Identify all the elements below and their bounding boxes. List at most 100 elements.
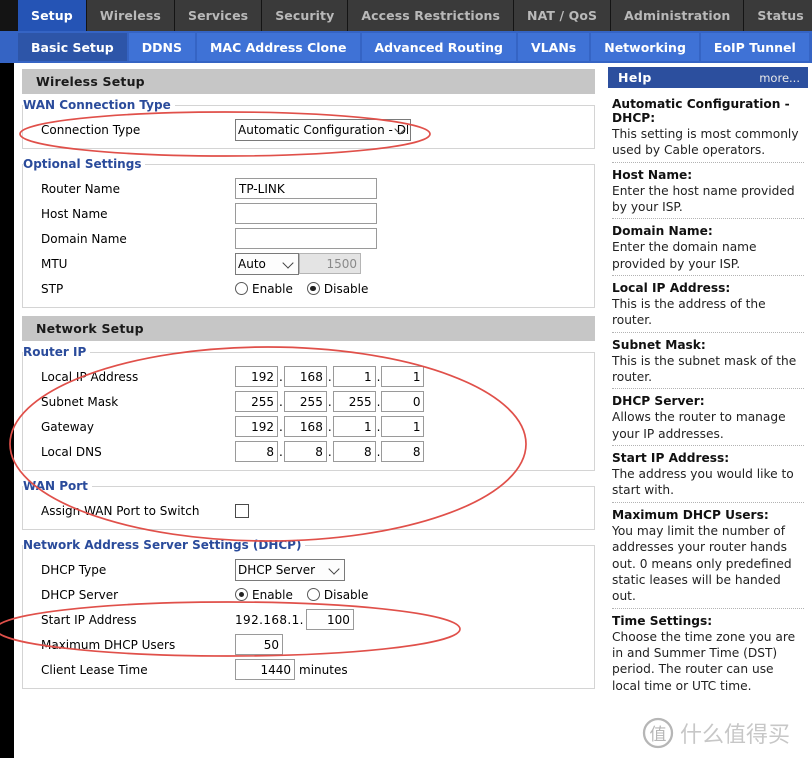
help-term: Time Settings: xyxy=(612,614,804,628)
stp-enable-radio[interactable]: Enable xyxy=(235,282,293,296)
label-assign-wan-port: Assign WAN Port to Switch xyxy=(23,504,235,518)
mtu-size-input xyxy=(299,253,361,274)
help-panel: Help more... Automatic Configuration - D… xyxy=(606,67,810,697)
local-ip-octet-4[interactable] xyxy=(381,366,424,387)
subtab-eoip-tunnel[interactable]: EoIP Tunnel xyxy=(701,33,811,61)
stp-disable-radio[interactable]: Disable xyxy=(307,282,369,296)
subnet-mask-octet-4[interactable] xyxy=(381,391,424,412)
dhcp-type-select[interactable]: DHCP Server xyxy=(235,559,345,581)
gateway-octet-2[interactable] xyxy=(284,416,327,437)
local-dns-octet-1[interactable] xyxy=(235,441,278,462)
client-lease-time-input[interactable] xyxy=(235,659,295,680)
dhcp-server-enable-radio[interactable]: Enable xyxy=(235,588,293,602)
local-ip-octet-2[interactable] xyxy=(284,366,327,387)
group-wan-port: WAN Port Assign WAN Port to Switch xyxy=(22,479,595,530)
tab-status[interactable]: Status xyxy=(744,0,812,31)
label-router-name: Router Name xyxy=(23,182,235,196)
local-dns-octet-2[interactable] xyxy=(284,441,327,462)
maximum-dhcp-users-input[interactable] xyxy=(235,634,283,655)
domain-name-input[interactable] xyxy=(235,228,377,249)
help-item: Subnet Mask: This is the subnet mask of … xyxy=(612,332,804,389)
tab-administration[interactable]: Administration xyxy=(611,0,744,31)
label-maximum-dhcp-users: Maximum DHCP Users xyxy=(23,638,235,652)
local-ip-octet-1[interactable] xyxy=(235,366,278,387)
row-maximum-dhcp-users: Maximum DHCP Users xyxy=(23,632,594,657)
primary-tab-bar: Setup Wireless Services Security Access … xyxy=(0,0,812,31)
page-body: Wireless Setup WAN Connection Type Conne… xyxy=(14,63,812,758)
radio-indicator-selected xyxy=(235,588,248,601)
lease-time-unit: minutes xyxy=(295,663,348,677)
connection-type-select[interactable]: Automatic Configuration - DHCP xyxy=(235,119,411,141)
label-connection-type: Connection Type xyxy=(23,123,235,137)
help-list: Automatic Configuration - DHCP: This set… xyxy=(608,88,808,697)
row-domain-name: Domain Name xyxy=(23,226,594,251)
dhcp-server-disable-radio[interactable]: Disable xyxy=(307,588,369,602)
label-client-lease-time: Client Lease Time xyxy=(23,663,235,677)
help-term: Automatic Configuration - DHCP: xyxy=(612,97,804,125)
row-mtu: MTU Auto xyxy=(23,251,594,276)
help-item: DHCP Server: Allows the router to manage… xyxy=(612,388,804,445)
row-client-lease-time: Client Lease Time minutes xyxy=(23,657,594,682)
help-item: Domain Name: Enter the domain name provi… xyxy=(612,218,804,275)
tab-wireless[interactable]: Wireless xyxy=(87,0,175,31)
help-term: Subnet Mask: xyxy=(612,338,804,352)
gateway-octet-3[interactable] xyxy=(333,416,376,437)
group-router-ip: Router IP Local IP Address . . . Subnet … xyxy=(22,345,595,471)
subtab-ddns[interactable]: DDNS xyxy=(129,33,197,61)
label-dhcp-type: DHCP Type xyxy=(23,563,235,577)
group-wan-connection-type: WAN Connection Type Connection Type Auto… xyxy=(22,98,595,149)
tab-nat-qos[interactable]: NAT / QoS xyxy=(514,0,611,31)
subtab-advanced-routing[interactable]: Advanced Routing xyxy=(362,33,519,61)
local-dns-octet-4[interactable] xyxy=(381,441,424,462)
subtab-basic-setup[interactable]: Basic Setup xyxy=(18,33,129,61)
tab-access-restrictions[interactable]: Access Restrictions xyxy=(348,0,514,31)
help-item: Maximum DHCP Users: You may limit the nu… xyxy=(612,502,804,608)
help-title: Help xyxy=(618,70,652,85)
subtab-mac-address-clone[interactable]: MAC Address Clone xyxy=(197,33,362,61)
help-description: The address you would like to start with… xyxy=(612,466,804,499)
tab-setup[interactable]: Setup xyxy=(18,0,87,31)
row-connection-type: Connection Type Automatic Configuration … xyxy=(23,117,594,142)
radio-indicator-selected xyxy=(307,282,320,295)
help-item: Automatic Configuration - DHCP: This set… xyxy=(612,92,804,162)
subnet-mask-octet-2[interactable] xyxy=(284,391,327,412)
legend-optional-settings: Optional Settings xyxy=(23,157,145,171)
gateway-octet-4[interactable] xyxy=(381,416,424,437)
help-more-link[interactable]: more... xyxy=(759,71,800,85)
row-dhcp-type: DHCP Type DHCP Server xyxy=(23,557,594,582)
host-name-input[interactable] xyxy=(235,203,377,224)
tab-services[interactable]: Services xyxy=(175,0,262,31)
stp-enable-label: Enable xyxy=(252,282,293,296)
subnet-mask-octet-1[interactable] xyxy=(235,391,278,412)
row-router-name: Router Name xyxy=(23,176,594,201)
help-description: Enter the domain name provided by your I… xyxy=(612,239,804,272)
assign-wan-port-checkbox[interactable] xyxy=(235,504,249,518)
help-item: Local IP Address: This is the address of… xyxy=(612,275,804,332)
help-term: DHCP Server: xyxy=(612,394,804,408)
section-header-network-setup: Network Setup xyxy=(22,316,595,341)
legend-wan-port: WAN Port xyxy=(23,479,92,493)
local-dns-octet-3[interactable] xyxy=(333,441,376,462)
help-description: Choose the time zone you are in and Summ… xyxy=(612,629,804,694)
tab-security[interactable]: Security xyxy=(262,0,348,31)
local-ip-octet-3[interactable] xyxy=(333,366,376,387)
help-description: This is the address of the router. xyxy=(612,296,804,329)
gateway-octet-1[interactable] xyxy=(235,416,278,437)
subtab-vlans[interactable]: VLANs xyxy=(518,33,591,61)
subnet-mask-octet-3[interactable] xyxy=(333,391,376,412)
radio-indicator xyxy=(307,588,320,601)
label-stp: STP xyxy=(23,282,235,296)
start-ip-last-octet-input[interactable] xyxy=(306,609,354,630)
row-subnet-mask: Subnet Mask . . . xyxy=(23,389,594,414)
help-description: This is the subnet mask of the router. xyxy=(612,353,804,386)
subtab-networking[interactable]: Networking xyxy=(591,33,701,61)
router-name-input[interactable] xyxy=(235,178,377,199)
help-description: You may limit the number of addresses yo… xyxy=(612,523,804,605)
label-mtu: MTU xyxy=(23,257,235,271)
row-assign-wan-port: Assign WAN Port to Switch xyxy=(23,498,594,523)
settings-column: Wireless Setup WAN Connection Type Conne… xyxy=(14,63,603,697)
mtu-mode-select[interactable]: Auto xyxy=(235,253,299,275)
secondary-tab-list: Basic Setup DDNS MAC Address Clone Advan… xyxy=(18,33,811,63)
legend-router-ip: Router IP xyxy=(23,345,90,359)
row-local-dns: Local DNS . . . xyxy=(23,439,594,464)
